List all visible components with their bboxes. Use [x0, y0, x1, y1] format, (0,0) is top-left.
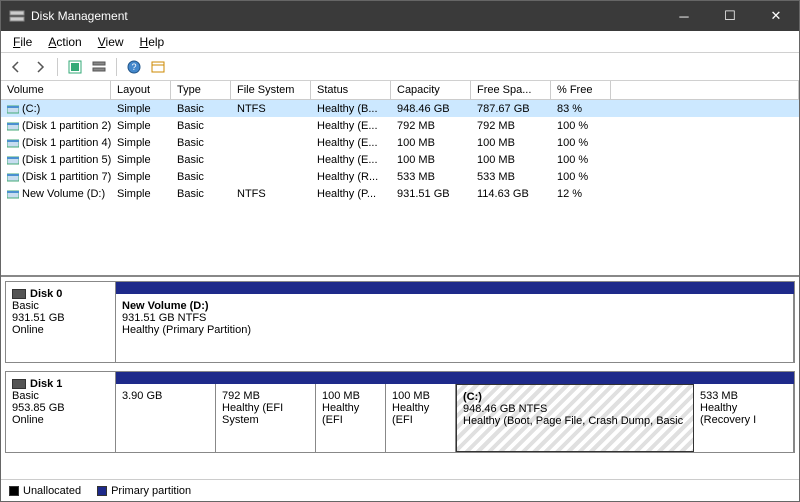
disk-panel: Disk 0Basic931.51 GBOnlineNew Volume (D:…	[1, 277, 799, 479]
legend-primary-swatch	[97, 486, 107, 496]
volume-row[interactable]: (Disk 1 partition 7)SimpleBasicHealthy (…	[1, 168, 799, 185]
window-title: Disk Management	[31, 9, 128, 23]
svg-text:?: ?	[131, 62, 136, 72]
col-capacity[interactable]: Capacity	[391, 81, 471, 99]
disk-label[interactable]: Disk 0Basic931.51 GBOnline	[6, 282, 116, 362]
partition[interactable]: 792 MBHealthy (EFI System	[216, 384, 316, 452]
volume-row[interactable]: New Volume (D:)SimpleBasicNTFSHealthy (P…	[1, 185, 799, 202]
col-fs[interactable]: File System	[231, 81, 311, 99]
volume-row[interactable]: (Disk 1 partition 4)SimpleBasicHealthy (…	[1, 134, 799, 151]
legend-unallocated-swatch	[9, 486, 19, 496]
menu-file[interactable]: File	[5, 33, 40, 51]
col-volume[interactable]: Volume	[1, 81, 111, 99]
partition[interactable]: New Volume (D:)931.51 GB NTFSHealthy (Pr…	[116, 294, 794, 362]
titlebar[interactable]: Disk Management ─ ☐ ✕	[1, 1, 799, 31]
disk-label[interactable]: Disk 1Basic953.85 GBOnline	[6, 372, 116, 452]
partition[interactable]: 533 MBHealthy (Recovery I	[694, 384, 794, 452]
maximize-button[interactable]: ☐	[707, 1, 753, 31]
volume-row[interactable]: (C:)SimpleBasicNTFSHealthy (B...948.46 G…	[1, 100, 799, 117]
volume-list: Volume Layout Type File System Status Ca…	[1, 81, 799, 277]
disk-row: Disk 1Basic953.85 GBOnline3.90 GB792 MBH…	[5, 371, 795, 453]
minimize-button[interactable]: ─	[661, 1, 707, 31]
legend: Unallocated Primary partition	[1, 479, 799, 501]
disk-icon	[12, 289, 26, 299]
refresh-icon[interactable]	[90, 58, 108, 76]
col-free[interactable]: Free Spa...	[471, 81, 551, 99]
menu-help[interactable]: Help	[132, 33, 173, 51]
volume-row[interactable]: (Disk 1 partition 5)SimpleBasicHealthy (…	[1, 151, 799, 168]
partition[interactable]: 3.90 GB	[116, 384, 216, 452]
menu-view[interactable]: View	[90, 33, 132, 51]
col-layout[interactable]: Layout	[111, 81, 171, 99]
partition[interactable]: (C:)948.46 GB NTFSHealthy (Boot, Page Fi…	[456, 384, 694, 452]
menubar: File Action View Help	[1, 31, 799, 53]
col-status[interactable]: Status	[311, 81, 391, 99]
toolbar-icon-2[interactable]	[149, 58, 167, 76]
col-pfree[interactable]: % Free	[551, 81, 611, 99]
disk-row: Disk 0Basic931.51 GBOnlineNew Volume (D:…	[5, 281, 795, 363]
partition[interactable]: 100 MBHealthy (EFI	[316, 384, 386, 452]
close-button[interactable]: ✕	[753, 1, 799, 31]
col-type[interactable]: Type	[171, 81, 231, 99]
forward-icon[interactable]	[31, 58, 49, 76]
volume-row[interactable]: (Disk 1 partition 2)SimpleBasicHealthy (…	[1, 117, 799, 134]
toolbar: ?	[1, 53, 799, 81]
app-icon	[9, 8, 25, 24]
menu-action[interactable]: Action	[40, 33, 89, 51]
partition[interactable]: 100 MBHealthy (EFI	[386, 384, 456, 452]
help-icon[interactable]: ?	[125, 58, 143, 76]
back-icon[interactable]	[7, 58, 25, 76]
toolbar-icon-1[interactable]	[66, 58, 84, 76]
disk-icon	[12, 379, 26, 389]
window: Disk Management ─ ☐ ✕ File Action View H…	[0, 0, 800, 502]
